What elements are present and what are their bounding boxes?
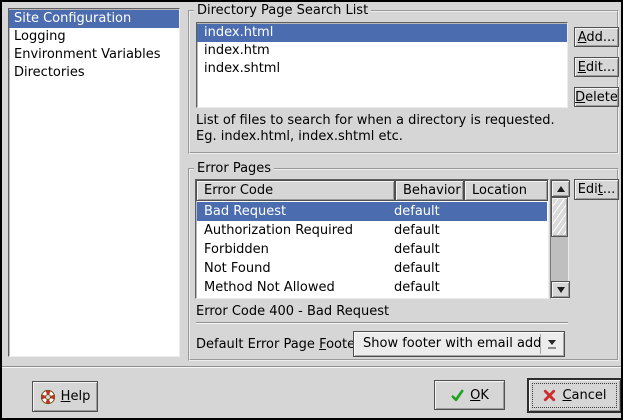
cell-location: [463, 202, 547, 221]
cell-behavior: default: [394, 240, 463, 259]
ok-button[interactable]: OK: [434, 380, 505, 410]
section-list: Site Configuration Logging Environment V…: [8, 8, 180, 357]
footer-dropdown[interactable]: Show footer with email address: [353, 331, 565, 357]
error-table-scrollbar[interactable]: [550, 179, 569, 299]
column-header-location[interactable]: Location: [464, 180, 548, 201]
cell-location: [463, 221, 547, 240]
check-icon: [450, 388, 465, 403]
cell-location: [463, 259, 547, 278]
table-row-not-found[interactable]: Not Found default: [197, 259, 547, 278]
footer-dropdown-value: Show footer with email address: [354, 332, 540, 356]
table-row-forbidden[interactable]: Forbidden default: [197, 240, 547, 259]
scroll-down-icon[interactable]: [551, 281, 570, 298]
cell-error-code: Not Found: [197, 259, 394, 278]
table-row-bad-request[interactable]: Bad Request default: [197, 202, 547, 221]
divider: [2, 366, 621, 368]
x-icon: [542, 388, 557, 403]
table-row-method-not-allowed[interactable]: Method Not Allowed default: [197, 278, 547, 297]
directory-list-description-line2: Eg. index.html, index.shtml etc.: [196, 129, 403, 145]
directory-list-description-line1: List of files to search for when a direc…: [196, 113, 555, 129]
chevron-down-icon[interactable]: [540, 334, 562, 354]
default-error-page-footer-label: Default Error Page Footer:: [196, 337, 365, 353]
file-item-index-shtml[interactable]: index.shtml: [197, 60, 567, 78]
directory-file-list: index.html index.htm index.shtml: [196, 22, 568, 108]
error-frame-title: Error Pages: [194, 161, 274, 176]
file-item-index-htm[interactable]: index.htm: [197, 42, 567, 60]
cell-behavior: default: [394, 278, 463, 297]
scroll-up-icon[interactable]: [551, 180, 570, 197]
column-header-behavior[interactable]: Behavior: [395, 180, 464, 201]
sidebar-item-site-configuration[interactable]: Site Configuration: [9, 10, 179, 28]
cell-error-code: Method Not Allowed: [197, 278, 394, 297]
scrollbar-thumb[interactable]: [551, 197, 568, 237]
sidebar-item-environment-variables[interactable]: Environment Variables: [9, 46, 179, 64]
cell-location: [463, 278, 547, 297]
cell-error-code: Forbidden: [197, 240, 394, 259]
cell-behavior: default: [394, 202, 463, 221]
help-button[interactable]: Help: [32, 381, 98, 412]
divider: [196, 322, 568, 324]
sidebar-item-directories[interactable]: Directories: [9, 64, 179, 82]
edit-error-page-button[interactable]: Edit...: [574, 179, 619, 200]
cell-location: [463, 240, 547, 259]
error-code-status-text: Error Code 400 - Bad Request: [196, 304, 389, 320]
edit-file-button[interactable]: Edit...: [574, 57, 619, 77]
apache-config-dialog: Site Configuration Logging Environment V…: [0, 0, 623, 420]
column-header-error-code[interactable]: Error Code: [196, 180, 395, 201]
cancel-button[interactable]: Cancel: [527, 378, 622, 413]
lifebuoy-help-icon: [40, 389, 56, 405]
cell-behavior: default: [394, 259, 463, 278]
table-row-authorization-required[interactable]: Authorization Required default: [197, 221, 547, 240]
sidebar-item-logging[interactable]: Logging: [9, 28, 179, 46]
delete-file-button[interactable]: Delete: [574, 87, 619, 107]
add-button[interactable]: Add...: [574, 27, 619, 47]
directory-frame-title: Directory Page Search List: [194, 3, 371, 18]
file-item-index-html[interactable]: index.html: [197, 24, 567, 42]
cell-error-code: Bad Request: [197, 202, 394, 221]
cell-error-code: Authorization Required: [197, 221, 394, 240]
cell-behavior: default: [394, 221, 463, 240]
